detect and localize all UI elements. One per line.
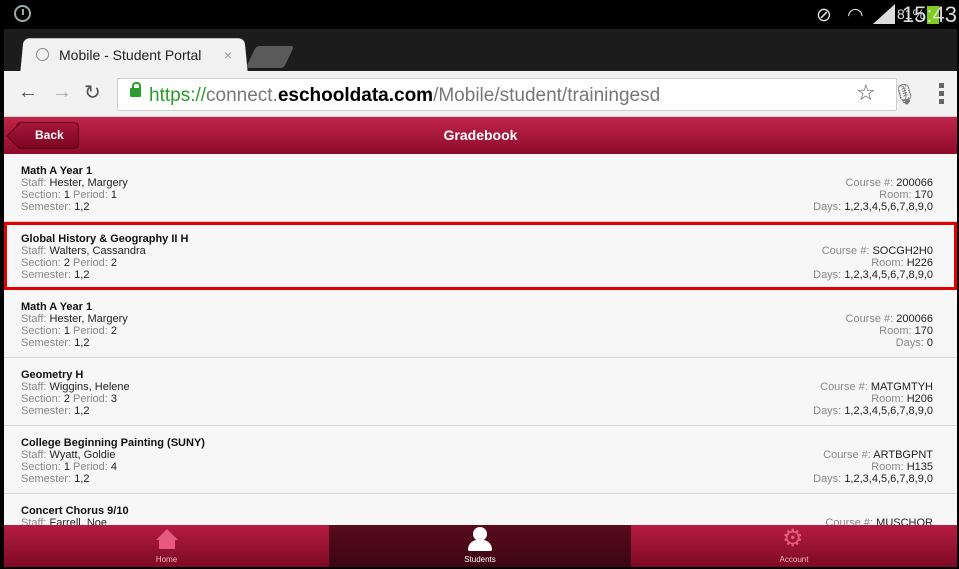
course-name: College Beginning Painting (SUNY): [21, 437, 205, 449]
course-details: Geometry H Staff: Wiggins, Helene Section:…: [21, 369, 130, 417]
gear-icon: ⚙: [782, 524, 804, 552]
course-number: Course #: MATGMTYH: [820, 381, 933, 393]
course-section-period: Section: 2 Period: 3: [21, 393, 118, 405]
tab-label: Home: [155, 555, 178, 564]
course-staff: Staff: Farrell, Noe: [21, 517, 108, 525]
course-section-period: Section: 2 Period: 2: [21, 257, 118, 269]
browser-tab[interactable]: Mobile - Student Portal ×: [22, 38, 246, 71]
course-room: Room: H226: [871, 257, 933, 269]
course-staff: Staff: Wiggins, Helene: [21, 381, 130, 393]
back-arrow-icon[interactable]: ←: [18, 81, 38, 104]
menu-kebab-icon[interactable]: [939, 83, 944, 105]
course-room: Room: H135: [871, 461, 933, 473]
course-days: Days: 0: [895, 337, 933, 349]
mute-icon: ⊘: [816, 4, 832, 26]
course-row[interactable]: Global History & Geography II H Staff: Wa…: [4, 222, 957, 290]
course-row[interactable]: Math A Year 1 Staff: Hester, Margery Secti…: [4, 154, 957, 222]
new-tab-button[interactable]: [245, 46, 295, 68]
url-path: /Mobile/student/trainingesd: [433, 85, 661, 106]
course-meta: Course #: 200066 Room: 170 Days: 0: [846, 313, 933, 349]
course-name: Concert Chorus 9/10: [21, 505, 129, 517]
course-section-period: Section: 1 Period: 2: [21, 325, 118, 337]
course-semester: Semester: 1,2: [21, 337, 90, 349]
address-bar[interactable]: https://connect.eschooldata.com/Mobile/s…: [117, 78, 917, 111]
course-name: Global History & Geography II H: [21, 233, 189, 245]
status-bar: ⊘ ◠ 81% 15:43: [4, 0, 957, 29]
course-staff: Staff: Hester, Margery: [21, 313, 128, 325]
course-number: Course #: 200066: [845, 313, 933, 325]
device-screen: ⊘ ◠ 81% 15:43 Mobile - Student Portal × …: [4, 0, 957, 567]
course-room: Room: 170: [879, 189, 933, 201]
tab-label: Students: [464, 555, 496, 564]
microphone-icon[interactable]: 🎙: [892, 82, 917, 106]
course-details: Math A Year 1 Staff: Hester, Margery Secti…: [21, 301, 128, 349]
course-name: Math A Year 1: [21, 165, 93, 177]
course-meta: Course #: MATGMTYH Room: H206 Days: 1,2,3,…: [813, 381, 933, 417]
url-scheme: https://: [149, 85, 207, 106]
course-days: Days: 1,2,3,4,5,6,7,8,9,0: [813, 473, 933, 485]
course-semester: Semester: 1,2: [21, 269, 90, 281]
course-staff: Staff: Hester, Margery: [21, 177, 128, 189]
course-section-period: Section: 1 Period: 4: [21, 461, 118, 473]
url-host: eschooldata.com: [277, 85, 434, 106]
course-number: Course #: SOCGH2H0: [821, 245, 933, 257]
course-meta: Course #: MUSCHOR: [825, 517, 933, 525]
bookmark-star-icon[interactable]: ☆: [856, 81, 876, 106]
course-meta: Course #: 200066 Room: 170 Days: 1,2,3,4,5…: [813, 177, 933, 213]
bottom-tab-bar: Home Students ⚙ Account: [4, 525, 957, 567]
course-row[interactable]: College Beginning Painting (SUNY) Staff: …: [4, 426, 957, 494]
url-subdomain: connect.: [206, 85, 278, 106]
tab-account[interactable]: ⚙ Account: [631, 525, 957, 567]
course-number: Course #: 200066: [845, 177, 933, 189]
course-room: Room: H206: [871, 393, 933, 405]
course-details: College Beginning Painting (SUNY) Staff: …: [21, 437, 205, 485]
reload-icon[interactable]: ↻: [84, 80, 101, 104]
url-text: https://connect.eschooldata.com/Mobile/s…: [149, 85, 660, 107]
course-staff: Staff: Walters, Cassandra: [21, 245, 146, 257]
signal-icon: [873, 4, 895, 24]
course-semester: Semester: 1,2: [21, 473, 90, 485]
tab-title: Mobile - Student Portal: [59, 46, 202, 63]
course-row[interactable]: Concert Chorus 9/10 Staff: Farrell, Noe Co…: [4, 494, 957, 525]
wifi-icon: ◠: [847, 4, 864, 26]
forward-arrow-icon[interactable]: →: [52, 81, 72, 104]
tab-label: Account: [779, 555, 809, 564]
page-title: Gradebook: [443, 127, 518, 143]
alarm-icon: [14, 5, 31, 22]
globe-icon: [36, 48, 49, 61]
course-number: Course #: MUSCHOR: [825, 517, 933, 525]
course-details: Concert Chorus 9/10 Staff: Farrell, Noe: [21, 505, 129, 525]
clock: 15:43: [901, 2, 957, 27]
course-row[interactable]: Geometry H Staff: Wiggins, Helene Section:…: [4, 358, 957, 426]
course-row[interactable]: Math A Year 1 Staff: Hester, Margery Secti…: [4, 290, 957, 358]
app-header: Gradebook Back: [4, 117, 957, 154]
back-button-label: Back: [35, 128, 64, 142]
course-name: Geometry H: [21, 369, 84, 381]
back-button[interactable]: Back: [16, 122, 79, 149]
close-icon[interactable]: ×: [224, 47, 232, 63]
lock-icon: [130, 82, 141, 97]
course-semester: Semester: 1,2: [21, 201, 90, 213]
course-semester: Semester: 1,2: [21, 405, 90, 417]
course-days: Days: 1,2,3,4,5,6,7,8,9,0: [813, 269, 933, 281]
course-days: Days: 1,2,3,4,5,6,7,8,9,0: [813, 201, 933, 213]
course-number: Course #: ARTBGPNT: [823, 449, 933, 461]
course-section-period: Section: 1 Period: 1: [21, 189, 118, 201]
course-meta: Course #: SOCGH2H0 Room: H226 Days: 1,2,3,…: [813, 245, 933, 281]
course-staff: Staff: Wyatt, Goldie: [21, 449, 116, 461]
course-name: Math A Year 1: [21, 301, 93, 313]
course-details: Global History & Geography II H Staff: Wa…: [21, 233, 188, 281]
course-room: Room: 170: [879, 325, 933, 337]
tab-students[interactable]: Students: [329, 525, 631, 567]
browser-toolbar: ← → ↻ https://connect.eschooldata.com/Mo…: [4, 71, 957, 117]
course-details: Math A Year 1 Staff: Hester, Margery Secti…: [21, 165, 128, 213]
tab-home[interactable]: Home: [4, 525, 329, 567]
course-list: Math A Year 1 Staff: Hester, Margery Secti…: [4, 154, 957, 525]
browser-tab-strip: Mobile - Student Portal ×: [4, 29, 957, 72]
course-meta: Course #: ARTBGPNT Room: H135 Days: 1,2,3,…: [813, 449, 933, 485]
course-days: Days: 1,2,3,4,5,6,7,8,9,0: [813, 405, 933, 417]
